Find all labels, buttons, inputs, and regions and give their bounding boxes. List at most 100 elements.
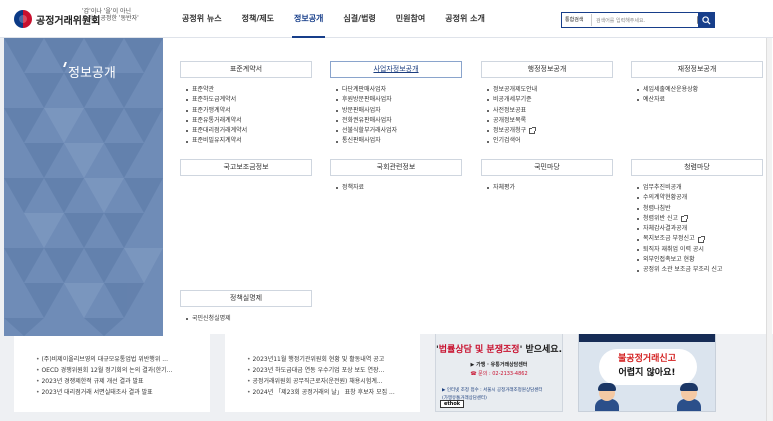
news-item[interactable]: 2023년 경쟁제한적 규제 개선 결과 발표: [36, 376, 210, 387]
category-list: 정보공개제도안내 비공개세부기준 사전정보공표 공개정보목록 정보공개청구 인기…: [481, 85, 613, 147]
category-header[interactable]: 국회관련정보: [330, 159, 462, 176]
person-illustration-icon: [595, 383, 619, 411]
menu-item[interactable]: 후원방문판매사업자: [336, 95, 462, 105]
external-link-icon: [697, 235, 705, 243]
banner1-center: ▶ 가맹 · 유통거래상담센터: [470, 362, 528, 368]
menu-item[interactable]: 통신판매사업자: [336, 136, 462, 146]
category-list: 국민신청실명제: [180, 314, 312, 324]
menu-item[interactable]: 예산자료: [637, 95, 763, 105]
news-item[interactable]: 2023년 하도급대금 연동 우수기업 포상 보도 연장...: [247, 365, 420, 376]
menu-item[interactable]: 표준하도급계약서: [186, 95, 312, 105]
mega-menu-panel: 표준계약서 표준약관 표준하도급계약서 표준가맹계약서 표준유통거래계약서 표준…: [163, 38, 773, 334]
banner1-phone: ☎ 문의 : 02-2133-4862: [470, 371, 528, 377]
category-list: 표준약관 표준하도급계약서 표준가맹계약서 표준유통거래계약서 표준대리점거래계…: [180, 85, 312, 147]
category-header[interactable]: 정책실명제: [180, 290, 312, 307]
ethok-logo: ethok: [440, 400, 465, 408]
site-header: 공정거래위원회 '갑'이나 '을'이 아닌 우리는 공정한 '동반자' 공정위 …: [0, 0, 773, 38]
category-standard-contracts: 표준계약서 표준약관 표준하도급계약서 표준가맹계약서 표준유통거래계약서 표준…: [180, 61, 312, 147]
menu-item[interactable]: 국민신청실명제: [186, 314, 312, 324]
unfair-trade-report-banner[interactable]: 불공정거래신고 어렵지 않아요!: [578, 333, 716, 412]
category-header[interactable]: 청렴마당: [631, 159, 763, 176]
menu-item[interactable]: 비공개세부기준: [487, 95, 613, 105]
menu-item[interactable]: 퇴직자 재취업 이력 공시: [637, 245, 763, 255]
person-illustration-icon: [677, 383, 701, 411]
category-citizen: 국민마당 자체평가: [481, 159, 613, 193]
nav-about[interactable]: 공정위 소개: [435, 0, 495, 38]
menu-item[interactable]: 표준유통거래계약서: [186, 116, 312, 126]
news-panel-right: 2023년11월 행정기관위원회 현황 및 활동내역 공고 2023년 하도급대…: [225, 332, 420, 412]
menu-item[interactable]: 방문판매사업자: [336, 106, 462, 116]
menu-item[interactable]: 정보공개청구: [487, 126, 613, 136]
category-subsidy-info: 국고보조금정보: [180, 159, 312, 176]
search-button[interactable]: [698, 12, 715, 28]
category-list: 정책자료: [330, 183, 462, 193]
menu-item[interactable]: 정책자료: [336, 183, 462, 193]
category-integrity: 청렴마당 업무추진비공개 수의계약현황공개 청렴나침반 청렴위반 신고 자체감사…: [631, 159, 763, 276]
news-item[interactable]: (주)비제이올리브영의 대규모유통업법 위반행위 ...: [36, 354, 210, 365]
menu-item[interactable]: 세입세출예산운용상황: [637, 85, 763, 95]
search-icon: [702, 15, 711, 25]
page-scrollbar[interactable]: [766, 38, 772, 421]
category-list: 다단계판매사업자 후원방문판매사업자 방문판매사업자 전화권유판매사업자 선불식…: [330, 85, 462, 147]
menu-item[interactable]: 청렴나침반: [637, 204, 763, 214]
slogan-line1: '갑'이나 '을'이 아닌: [82, 8, 132, 15]
category-finance-info: 재정정보공개 세입세출예산운용상황 예산자료: [631, 61, 763, 106]
nav-news[interactable]: 공정위 뉴스: [172, 0, 232, 38]
menu-item[interactable]: 청렴위반 신고: [637, 214, 763, 224]
category-business-info: 사업자정보공개 다단계판매사업자 후원방문판매사업자 방문판매사업자 전화권유판…: [330, 61, 462, 147]
news-item[interactable]: OECD 경쟁위원회 12월 정기회의 논의 결과(한기...: [36, 365, 210, 376]
category-list: 세입세출예산운용상황 예산자료: [631, 85, 763, 106]
banner2-topbar: [579, 334, 715, 342]
nav-civil[interactable]: 민원참여: [386, 0, 435, 38]
news-list-left: (주)비제이올리브영의 대규모유통업법 위반행위 ... OECD 경쟁위원회 …: [14, 332, 210, 398]
menu-item[interactable]: 정보공개제도안내: [487, 85, 613, 95]
news-item[interactable]: 2023년 대리점거래 서면실태조사 결과 발표: [36, 387, 210, 398]
menu-item[interactable]: 자체감사결과공개: [637, 224, 763, 234]
menu-item[interactable]: 복지보조금 부정신고: [637, 234, 763, 244]
category-header[interactable]: 표준계약서: [180, 61, 312, 78]
mega-menu-side-panel: 정보공개: [4, 38, 163, 336]
search-scope-select[interactable]: 통합검색: [562, 14, 592, 26]
banner1-headline: '법률상담 및 분쟁조정' 받으세요.: [436, 345, 562, 355]
category-list: 자체평가: [481, 183, 613, 193]
banner1-online: ▶ 인터넷 조정 접수 : 서울시 공정거래조정원상담센터: [442, 388, 543, 393]
menu-item[interactable]: 표준약관: [186, 85, 312, 95]
mega-menu-title: 정보공개: [68, 62, 116, 81]
triangle-pattern: [4, 38, 163, 336]
menu-item[interactable]: 다단계판매사업자: [336, 85, 462, 95]
news-panel-left: (주)비제이올리브영의 대규모유통업법 위반행위 ... OECD 경쟁위원회 …: [14, 332, 210, 412]
news-item[interactable]: 2024년 「제23회 공정거래의 날」 표창 후보자 모집 ...: [247, 387, 420, 398]
menu-item[interactable]: 전화권유판매사업자: [336, 116, 462, 126]
menu-item[interactable]: 인기검색어: [487, 136, 613, 146]
menu-item[interactable]: 표준비밀유지계약서: [186, 136, 312, 146]
category-policy-realname: 정책실명제 국민신청실명제: [180, 290, 312, 324]
nav-policy[interactable]: 정책/제도: [232, 0, 284, 38]
category-header[interactable]: 행정정보공개: [481, 61, 613, 78]
news-item[interactable]: 2023년11월 행정기관위원회 현황 및 활동내역 공고: [247, 354, 420, 365]
category-admin-info: 행정정보공개 정보공개제도안내 비공개세부기준 사전정보공표 공개정보목록 정보…: [481, 61, 613, 147]
slogan: '갑'이나 '을'이 아닌 우리는 공정한 '동반자': [82, 8, 157, 30]
search-input[interactable]: 검색어를 입력해주세요.: [592, 17, 697, 24]
menu-item[interactable]: 공개정보목록: [487, 116, 613, 126]
nav-decisions[interactable]: 심결/법령: [333, 0, 385, 38]
category-header[interactable]: 재정정보공개: [631, 61, 763, 78]
legal-consult-banner[interactable]: '법률상담 및 분쟁조정' 받으세요. ▶ 가맹 · 유통거래상담센터 ☎ 문의…: [435, 333, 563, 412]
menu-item[interactable]: 공정위 소관 보조금 부조리 신고: [637, 265, 763, 275]
category-header[interactable]: 국민마당: [481, 159, 613, 176]
news-item[interactable]: 공정거래위원회 공무직근로자(운전원) 채용시험계...: [247, 376, 420, 387]
menu-item[interactable]: 업무추진비공개: [637, 183, 763, 193]
menu-item[interactable]: 선불식할부거래사업자: [336, 126, 462, 136]
menu-item[interactable]: 외부인접촉보고 현황: [637, 255, 763, 265]
category-list: 업무추진비공개 수의계약현황공개 청렴나침반 청렴위반 신고 자체감사결과공개 …: [631, 183, 763, 276]
menu-item[interactable]: 자체평가: [487, 183, 613, 193]
menu-item[interactable]: 사전정보공표: [487, 106, 613, 116]
category-header[interactable]: 사업자정보공개: [330, 61, 462, 78]
menu-item[interactable]: 표준대리점거래계약서: [186, 126, 312, 136]
category-header[interactable]: 국고보조금정보: [180, 159, 312, 176]
external-link-icon: [681, 215, 689, 223]
menu-item[interactable]: 표준가맹계약서: [186, 106, 312, 116]
banner2-line2: 어렵지 않아요!: [618, 368, 676, 378]
menu-item[interactable]: 수의계약현황공개: [637, 193, 763, 203]
nav-info-disclosure[interactable]: 정보공개: [284, 0, 333, 38]
banner2-line1: 불공정거래신고: [618, 354, 676, 364]
